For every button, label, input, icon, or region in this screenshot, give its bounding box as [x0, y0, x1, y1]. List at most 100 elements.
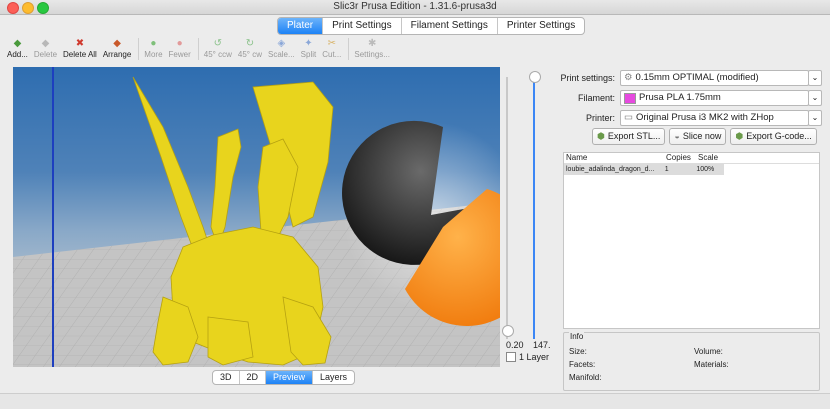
export-icon: ⬢ — [597, 131, 605, 141]
3d-preview-canvas[interactable] — [13, 67, 500, 367]
dragon-model — [132, 76, 334, 366]
view-layers-button[interactable]: Layers — [313, 371, 354, 384]
info-title: Info — [569, 332, 585, 341]
app-window: Slic3r Prusa Edition - 1.31.6-prusa3d Pl… — [0, 0, 830, 409]
column-scale[interactable]: Scale — [696, 153, 726, 163]
arrange-button[interactable]: ◆ Arrange — [101, 38, 133, 59]
info-manifold-label: Manifold: — [569, 373, 602, 382]
tab-print-settings[interactable]: Print Settings — [323, 18, 402, 34]
plus-icon: ● — [150, 38, 157, 49]
view-preview-button[interactable]: Preview — [266, 371, 314, 384]
layer-slider-panel: 0.20 147. 1 Layer — [500, 67, 553, 367]
tab-plater[interactable]: Plater — [278, 18, 324, 34]
tab-filament-settings[interactable]: Filament Settings — [402, 18, 498, 34]
one-layer-toggle[interactable]: 1 Layer — [506, 352, 549, 362]
main-tabs: Plater Print Settings Filament Settings … — [277, 17, 586, 35]
right-panel: Print settings: ⚙ 0.15mm OPTIMAL (modifi… — [556, 67, 824, 391]
rotate-ccw-icon: ↺ — [213, 38, 222, 49]
export-icon: ⬢ — [735, 131, 744, 141]
object-list-header: Name Copies Scale — [564, 153, 819, 164]
preview-scene-drawing — [13, 67, 500, 367]
object-copies: 1 — [664, 166, 669, 173]
more-button[interactable]: ● More — [142, 38, 164, 59]
export-gcode-button[interactable]: ⬢ Export G-code... — [730, 128, 817, 145]
add-button[interactable]: ◆ Add... — [5, 38, 30, 59]
upper-layer-track[interactable] — [533, 77, 535, 339]
print-settings-value: 0.15mm OPTIMAL (modified) — [635, 72, 759, 83]
add-object-icon: ◆ — [13, 38, 22, 49]
chevron-down-icon: ⌄ — [811, 113, 819, 122]
view-mode-buttons: 3D 2D Preview Layers — [212, 370, 356, 385]
object-scale: 100% — [696, 166, 715, 173]
printer-value: Original Prusa i3 MK2 with ZHop — [635, 112, 774, 123]
arrange-icon: ◆ — [113, 38, 121, 49]
filament-label: Filament: — [577, 93, 615, 103]
printer-icon: ▭ — [624, 112, 633, 123]
column-copies[interactable]: Copies — [664, 153, 696, 163]
cut-button[interactable]: ✂ Cut... — [320, 38, 343, 59]
printer-dropdown[interactable]: ⌄ — [808, 110, 822, 126]
scale-icon: ◈ — [277, 38, 286, 49]
toolbar-separator — [348, 38, 350, 60]
chevron-down-icon: ⌄ — [811, 93, 819, 102]
info-volume-label: Volume: — [694, 347, 723, 356]
delete-all-button[interactable]: ✖ Delete All — [61, 38, 99, 59]
scale-button[interactable]: ◈ Scale... — [266, 38, 297, 59]
table-row[interactable]: loubie_adalinda_dragon_d... 1 100% — [564, 164, 724, 175]
tab-printer-settings[interactable]: Printer Settings — [498, 18, 584, 34]
object-name: loubie_adalinda_dragon_d... — [566, 166, 655, 173]
print-settings-label: Print settings: — [560, 73, 615, 83]
one-layer-checkbox[interactable] — [506, 352, 516, 362]
rotate-cw-button[interactable]: ↻ 45° cw — [236, 38, 264, 59]
title-bar: Slic3r Prusa Edition - 1.31.6-prusa3d — [0, 0, 830, 15]
object-list[interactable]: Name Copies Scale loubie_adalinda_dragon… — [563, 152, 820, 329]
gear-icon: ✱ — [367, 38, 377, 49]
delete-button[interactable]: ◆ Delete — [32, 38, 59, 59]
delete-all-icon: ✖ — [75, 38, 85, 49]
slice-icon: ◒ — [674, 131, 680, 141]
info-materials-label: Materials: — [694, 360, 729, 369]
fewer-button[interactable]: ● Fewer — [167, 38, 193, 59]
toolbar-separator — [138, 38, 140, 60]
cut-icon: ✂ — [327, 38, 336, 49]
lower-layer-handle[interactable] — [502, 325, 514, 337]
chevron-down-icon: ⌄ — [811, 73, 819, 82]
one-layer-label: 1 Layer — [519, 352, 550, 362]
low-layer-value: 0.20 — [506, 340, 524, 350]
upper-layer-handle[interactable] — [529, 71, 541, 83]
column-name[interactable]: Name — [564, 153, 664, 163]
object-settings-button[interactable]: ✱ Settings... — [352, 38, 392, 59]
filament-color-swatch — [624, 92, 636, 104]
filament-row: Filament: Prusa PLA 1.75mm ⌄ — [556, 90, 824, 106]
info-facets-label: Facets: — [569, 360, 596, 369]
print-settings-select[interactable]: ⚙ 0.15mm OPTIMAL (modified) — [620, 70, 809, 86]
print-settings-dropdown[interactable]: ⌄ — [808, 70, 822, 86]
filament-dropdown[interactable]: ⌄ — [808, 90, 822, 106]
export-stl-button[interactable]: ⬢ Export STL... — [592, 128, 666, 145]
printer-row: Printer: ▭ Original Prusa i3 MK2 with ZH… — [556, 110, 824, 126]
info-panel: Info Size: Volume: Facets: Materials: Ma… — [563, 332, 820, 391]
toolbar-separator — [197, 38, 199, 60]
view-2d-button[interactable]: 2D — [240, 371, 267, 384]
view-3d-button[interactable]: 3D — [213, 371, 240, 384]
minus-icon: ● — [176, 38, 183, 49]
filament-value: Prusa PLA 1.75mm — [639, 92, 721, 103]
plater-toolbar: ◆ Add... ◆ Delete ✖ Delete All ◆ Arrange… — [5, 38, 825, 64]
action-buttons: ⬢ Export STL... ◒ Slice now ⬢ Export G-c… — [592, 128, 817, 145]
window-title: Slic3r Prusa Edition - 1.31.6-prusa3d — [333, 1, 497, 12]
rotate-ccw-button[interactable]: ↺ 45° ccw — [202, 38, 234, 59]
info-size-label: Size: — [569, 347, 587, 356]
lower-layer-track[interactable] — [506, 77, 508, 339]
delete-icon: ◆ — [41, 38, 50, 49]
gear-icon: ⚙ — [624, 72, 633, 83]
status-bar — [0, 393, 830, 409]
filament-select[interactable]: Prusa PLA 1.75mm — [620, 90, 809, 106]
printer-select[interactable]: ▭ Original Prusa i3 MK2 with ZHop — [620, 110, 809, 126]
split-icon: ✦ — [304, 38, 313, 49]
rotate-cw-icon: ↻ — [245, 38, 255, 49]
printer-label: Printer: — [585, 113, 615, 123]
split-button[interactable]: ✦ Split — [299, 38, 319, 59]
print-settings-row: Print settings: ⚙ 0.15mm OPTIMAL (modifi… — [556, 70, 824, 86]
high-layer-value: 147. — [533, 340, 551, 350]
slice-now-button[interactable]: ◒ Slice now — [669, 128, 727, 145]
